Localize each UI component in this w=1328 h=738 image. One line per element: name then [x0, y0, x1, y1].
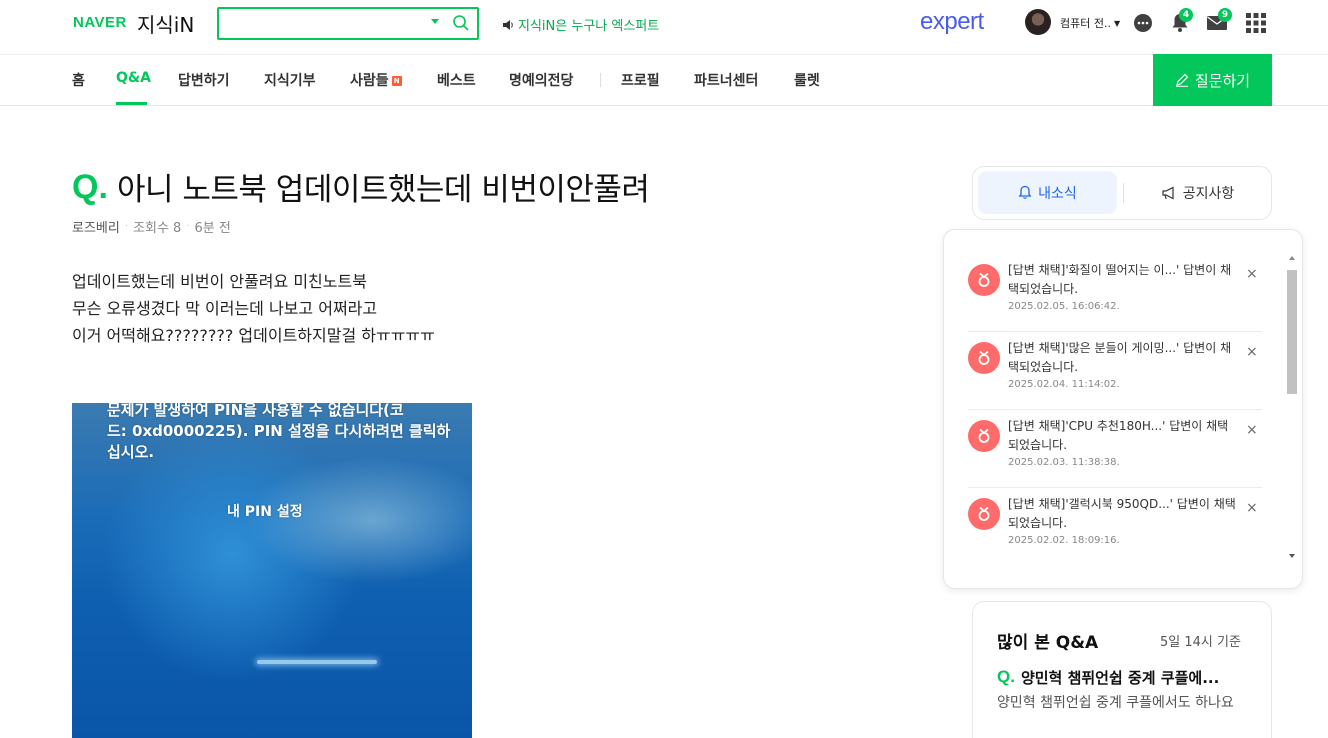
- new-badge: N: [391, 76, 402, 86]
- notification-time: 2025.02.05. 16:06:42.: [1008, 301, 1120, 312]
- ask-question-button[interactable]: 질문하기: [1153, 54, 1272, 106]
- question-views: 조회수 8: [133, 221, 182, 236]
- username: 컴퓨터 전..: [1060, 17, 1111, 30]
- meta-separator: ·: [124, 221, 129, 232]
- expert-promo-link[interactable]: 지식iN은 누구나 엑스퍼트: [502, 15, 659, 34]
- mail-count-badge: 9: [1218, 8, 1232, 22]
- nav-item-partner-center[interactable]: 파트너센터: [694, 70, 758, 90]
- expert-logo[interactable]: expert: [920, 8, 984, 36]
- question-image[interactable]: 문제가 발생하여 PIN을 사용할 수 없습니다(코 드: 0xd0000225…: [72, 403, 472, 738]
- kin-logo[interactable]: 지식iN: [137, 9, 194, 38]
- popular-qna-title: 많이 본 Q&A: [997, 633, 1099, 653]
- bell-icon: [1018, 185, 1032, 199]
- nav-item-best[interactable]: 베스트: [437, 70, 476, 90]
- popular-qna-item[interactable]: Q. 양민혁 챔퓌언쉽 중계 쿠플에...: [997, 667, 1219, 688]
- image-error-text: 십시오.: [107, 443, 155, 461]
- question-body-line: 업데이트했는데 비번이 안풀려요 미친노트북: [72, 272, 367, 291]
- tab-notice[interactable]: 공지사항: [1128, 171, 1267, 214]
- popular-qna-item-summary[interactable]: 양민혁 챔퓌언쉽 중계 쿠플에서도 하나요: [997, 692, 1247, 714]
- notification-count-badge: 4: [1179, 8, 1193, 22]
- question-time: 6분 전: [194, 221, 231, 236]
- scrollbar-thumb[interactable]: [1287, 270, 1297, 394]
- close-icon[interactable]: ×: [1246, 500, 1258, 516]
- ask-question-label: 질문하기: [1194, 71, 1251, 90]
- question-body-line: 무슨 오류생겼다 막 이러는데 나보고 어쩌라고: [72, 299, 378, 318]
- main-nav: 홈 Q&A 답변하기 지식기부 사람들 N 베스트 명예의전당 프로필 파트너센터…: [0, 55, 1328, 106]
- question-meta: 로즈베리 · 조회수 8 · 6분 전: [72, 217, 231, 236]
- notification-scrollbar[interactable]: [1286, 256, 1298, 562]
- tab-divider: [1123, 183, 1124, 203]
- notification-time: 2025.02.04. 11:14:02.: [1008, 379, 1120, 390]
- notification-text: [답변 채택]'많은 분들이 게이밍...' 답변이 채택되었습니다.: [1008, 341, 1232, 374]
- meta-separator: ·: [186, 221, 190, 232]
- nav-divider: [600, 73, 601, 87]
- image-error-text: 문제가 발생하여 PIN을 사용할 수 없습니다(코: [107, 403, 404, 419]
- notification-text: [답변 채택]'CPU 추천180H...' 답변이 채택되었습니다.: [1008, 419, 1229, 452]
- scroll-down-arrow-icon[interactable]: [1289, 554, 1295, 558]
- close-icon[interactable]: ×: [1246, 266, 1258, 282]
- notification-time: 2025.02.03. 11:38:38.: [1008, 457, 1120, 468]
- nav-item-qna[interactable]: Q&A: [116, 70, 151, 86]
- adopt-icon: [968, 264, 1000, 296]
- nav-item-roulette[interactable]: 룰렛: [794, 70, 820, 90]
- question-body: 업데이트했는데 비번이 안풀려요 미친노트북 무슨 오류생겼다 막 이러는데 나…: [72, 268, 435, 349]
- image-pin-setup-text: 내 PIN 설정: [227, 504, 303, 520]
- tab-my-news[interactable]: 내소식: [978, 171, 1117, 214]
- search-dropdown-icon[interactable]: [431, 19, 439, 24]
- nav-item-profile[interactable]: 프로필: [621, 70, 660, 90]
- notification-item[interactable]: [답변 채택]'많은 분들이 게이밍...' 답변이 채택되었습니다. 2025…: [968, 332, 1262, 410]
- notification-item[interactable]: [답변 채택]'갤럭시북 950QD...' 답변이 채택되었습니다. 2025…: [968, 488, 1262, 566]
- question-body-line: 이거 어떡해요???????? 업데이트하지말걸 하ㅠㅠㅠㅠ: [72, 326, 435, 345]
- nav-item-home[interactable]: 홈: [72, 70, 85, 90]
- notification-text: [답변 채택]'화질이 떨어지는 이...' 답변이 채택되었습니다.: [1008, 263, 1232, 296]
- notification-panel: [답변 채택]'화질이 떨어지는 이...' 답변이 채택되었습니다. 2025…: [943, 229, 1303, 589]
- top-header: NAVER 지식iN 지식iN은 누구나 엑스퍼트 expert 컴퓨터 전..…: [0, 0, 1328, 55]
- promo-text: 지식iN은 누구나 엑스퍼트: [518, 19, 660, 34]
- search-icon[interactable]: [452, 14, 470, 32]
- popular-qna-date: 5일 14시 기준: [1160, 635, 1241, 650]
- naver-logo[interactable]: NAVER: [73, 14, 127, 31]
- nav-item-people[interactable]: 사람들 N: [350, 70, 402, 90]
- nav-item-people-label: 사람들: [350, 73, 389, 89]
- question-author[interactable]: 로즈베리: [72, 217, 120, 236]
- adopt-icon: [968, 498, 1000, 530]
- notification-item[interactable]: [답변 채택]'CPU 추천180H...' 답변이 채택되었습니다. 2025…: [968, 410, 1262, 488]
- notification-time: 2025.02.02. 18:09:16.: [1008, 535, 1120, 546]
- close-icon[interactable]: ×: [1246, 422, 1258, 438]
- speaker-icon: [503, 19, 513, 30]
- nav-item-hall-of-fame[interactable]: 명예의전당: [509, 70, 573, 90]
- image-error-text: 드: 0xd0000225). PIN 설정을 다시하려면 클릭하: [107, 422, 451, 440]
- close-icon[interactable]: ×: [1246, 344, 1258, 360]
- nav-item-donate[interactable]: 지식기부: [264, 70, 316, 90]
- apps-grid-icon[interactable]: [1245, 12, 1267, 34]
- scroll-up-arrow-icon[interactable]: [1289, 256, 1295, 260]
- talk-icon[interactable]: [1132, 12, 1154, 34]
- question-mark-icon: Q.: [997, 667, 1015, 686]
- popular-qna-item-title: 양민혁 챔퓌언쉽 중계 쿠플에...: [1020, 669, 1220, 687]
- chevron-down-icon: ▼: [1113, 18, 1121, 28]
- notification-text: [답변 채택]'갤럭시북 950QD...' 답변이 채택되었습니다.: [1008, 497, 1236, 530]
- adopt-icon: [968, 420, 1000, 452]
- image-light-streak: [257, 660, 377, 664]
- adopt-icon: [968, 342, 1000, 374]
- tab-notice-label: 공지사항: [1182, 185, 1235, 202]
- notification-item[interactable]: [답변 채택]'화질이 떨어지는 이...' 답변이 채택되었습니다. 2025…: [968, 254, 1262, 332]
- pencil-icon: [1175, 73, 1189, 87]
- search-input[interactable]: [217, 7, 479, 40]
- avatar[interactable]: [1025, 9, 1051, 35]
- nav-item-answer[interactable]: 답변하기: [178, 70, 230, 90]
- user-menu[interactable]: 컴퓨터 전.. ▼: [1060, 15, 1120, 31]
- nav-active-underline: [116, 102, 147, 105]
- question-mark-icon: Q.: [72, 168, 108, 206]
- question-title: 아니 노트북 업데이트했는데 비번이안풀려: [117, 172, 650, 208]
- megaphone-icon: [1162, 186, 1174, 199]
- tab-my-news-label: 내소식: [1038, 185, 1077, 202]
